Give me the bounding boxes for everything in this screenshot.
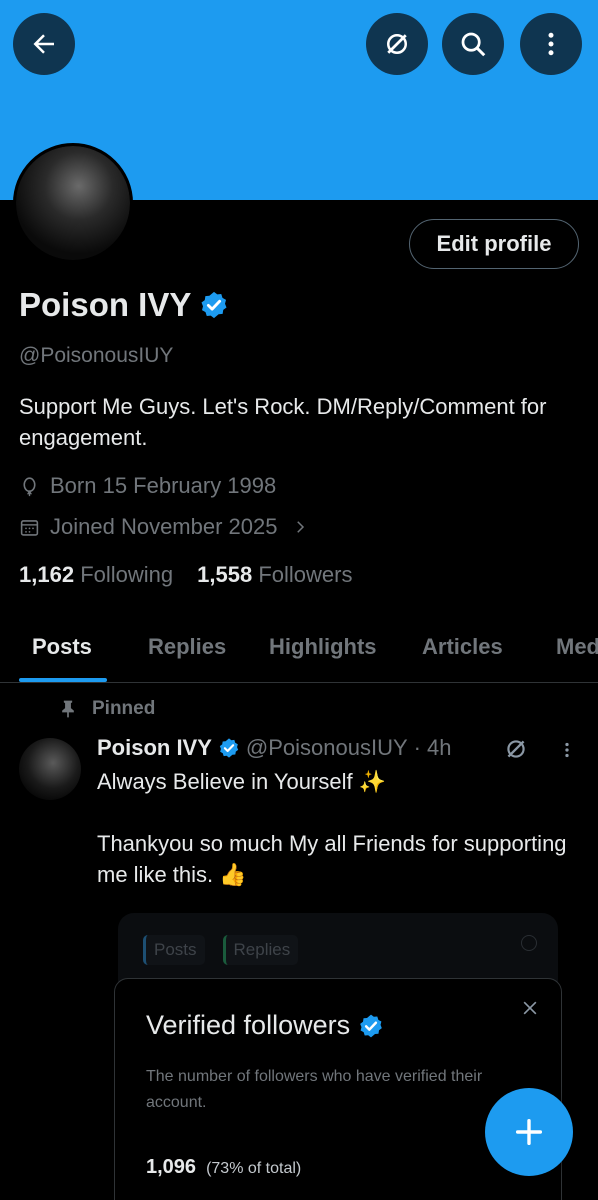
search-icon <box>461 32 486 57</box>
joined-text: Joined November 2025 <box>50 514 278 539</box>
post-author-avatar[interactable] <box>19 738 81 800</box>
post-separator: · <box>413 735 421 760</box>
post-author-name[interactable]: Poison IVY <box>97 735 212 761</box>
profile-tabs: Posts Replies Highlights Articles Media <box>0 620 598 683</box>
info-icon <box>521 935 537 951</box>
follow-stats: 1,162 Following 1,558 Followers <box>19 562 352 588</box>
profile-avatar[interactable] <box>13 143 133 263</box>
following-label: Following <box>80 562 174 587</box>
edit-profile-button[interactable]: Edit profile <box>409 219 579 269</box>
grok-button[interactable] <box>366 13 428 75</box>
born-text: Born 15 February 1998 <box>50 473 277 498</box>
avatar-image <box>16 146 130 260</box>
pinned-text: Pinned <box>92 698 156 719</box>
verified-followers-title-row: Verified followers <box>146 1010 384 1041</box>
post-body: Always Believe in Yourself ✨ Thankyou so… <box>97 766 567 890</box>
verified-badge-icon[interactable] <box>199 290 229 320</box>
following-count: 1,162 <box>19 562 75 587</box>
post-author-handle[interactable]: @PoisonousIUY <box>246 735 408 761</box>
tab-media[interactable]: Media <box>556 634 598 660</box>
profile-bio: Support Me Guys. Let's Rock. DM/Reply/Co… <box>19 394 547 450</box>
arrow-left-icon <box>33 34 54 54</box>
tab-posts[interactable]: Posts <box>32 634 92 660</box>
verified-followers-title: Verified followers <box>146 1010 351 1040</box>
verified-followers-percent: (73% of total) <box>206 1160 302 1177</box>
born-row: Born 15 February 1998 <box>19 473 276 499</box>
chevron-right-icon <box>297 521 305 533</box>
verified-followers-stat: 1,096 (73% of total) <box>146 1156 301 1179</box>
media-tab-replies: Replies <box>222 935 299 965</box>
tab-replies[interactable]: Replies <box>148 634 226 660</box>
balloon-icon <box>23 476 36 496</box>
grok-icon[interactable] <box>503 736 529 762</box>
compose-post-button[interactable] <box>485 1088 573 1176</box>
following-link[interactable]: 1,162 Following <box>19 562 173 588</box>
followers-link[interactable]: 1,558 Followers <box>197 562 352 588</box>
pin-icon <box>62 700 74 718</box>
plus-icon <box>515 1118 543 1146</box>
followers-count: 1,558 <box>197 562 253 587</box>
close-icon <box>523 1001 537 1015</box>
post-more-icon[interactable] <box>556 736 578 764</box>
display-name: Poison IVY <box>19 286 192 323</box>
grok-icon <box>387 34 407 54</box>
pinned-label-row: Pinned <box>58 698 155 720</box>
post-header: Poison IVY @PoisonousIUY · 4h <box>97 735 451 761</box>
post-time[interactable]: 4h <box>427 735 451 761</box>
back-button[interactable] <box>13 13 75 75</box>
joined-row[interactable]: Joined November 2025 <box>19 514 309 540</box>
post-line-1: Always Believe in Yourself ✨ <box>97 769 387 794</box>
active-tab-indicator <box>19 678 107 682</box>
verified-followers-count: 1,096 <box>146 1156 197 1178</box>
followers-label: Followers <box>258 562 353 587</box>
more-vertical-icon <box>548 32 554 56</box>
verified-badge-icon <box>360 1014 382 1037</box>
verified-followers-description: The number of followers who have verifie… <box>146 1068 483 1111</box>
profile-handle: @PoisonousIUY <box>19 344 174 367</box>
post-line-2: Thankyou so much My all Friends for supp… <box>97 831 567 887</box>
tab-highlights[interactable]: Highlights <box>269 634 377 660</box>
verified-badge-icon <box>219 738 239 758</box>
calendar-icon <box>20 519 39 536</box>
search-button[interactable] <box>442 13 504 75</box>
display-name-row: Poison IVY <box>19 286 229 324</box>
media-tab-posts: Posts <box>143 935 205 965</box>
tab-articles[interactable]: Articles <box>422 634 503 660</box>
more-button[interactable] <box>520 13 582 75</box>
media-tabs: Posts Replies <box>143 935 299 965</box>
